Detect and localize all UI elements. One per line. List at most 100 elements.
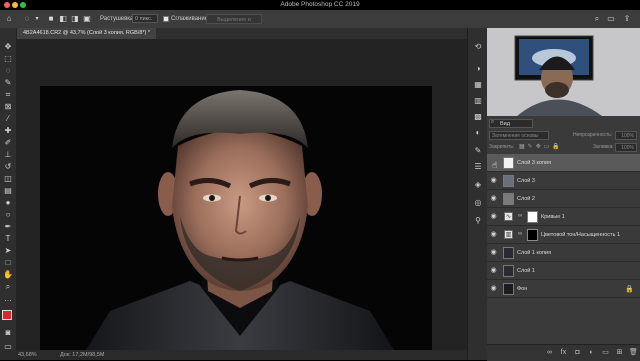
layer-name[interactable]: Слой 3 копия [517, 154, 551, 172]
zoom-level[interactable]: 43,68% [18, 350, 37, 360]
layer-name[interactable]: Слой 3 [517, 172, 535, 190]
hand-tool-icon[interactable]: ✋ [3, 270, 13, 280]
select-and-mask-button[interactable]: Выделение и маска... [206, 14, 262, 33]
curves-adjustment-icon[interactable]: ∿ [504, 212, 513, 221]
new-selection-icon[interactable]: ■ [46, 14, 56, 24]
blur-tool-icon[interactable]: ● [3, 198, 13, 208]
layer-row[interactable]: ☝ Слой 3 копия [487, 154, 640, 172]
rectangle-tool-icon[interactable]: □ [3, 258, 13, 268]
feather-label: Растушевка: [100, 16, 136, 22]
workspace-icon[interactable]: ▭ [606, 14, 616, 24]
chevron-down-icon[interactable]: ▾ [32, 14, 42, 24]
layer-name[interactable]: Кривые 1 [541, 208, 565, 226]
paths-panel-icon[interactable]: ⚲ [473, 216, 483, 226]
opacity-input[interactable]: 100% [615, 131, 637, 140]
layers-panel-icon[interactable]: ◈ [473, 180, 483, 190]
properties-panel-icon[interactable]: ☰ [473, 162, 483, 172]
layer-filter-select[interactable]: Вид [489, 119, 533, 128]
eraser-tool-icon[interactable]: ◫ [3, 174, 13, 184]
clone-stamp-tool-icon[interactable]: ⊥ [3, 150, 13, 160]
healing-brush-tool-icon[interactable]: ✚ [3, 126, 13, 136]
add-to-selection-icon[interactable]: ◧ [58, 14, 68, 24]
frame-tool-icon[interactable]: ⊠ [3, 102, 13, 112]
layer-mask-thumbnail[interactable] [527, 229, 538, 241]
eye-icon[interactable]: ◉ [490, 285, 497, 292]
swatches-panel-icon[interactable]: ▦ [473, 80, 483, 90]
quick-mask-icon[interactable]: ◙ [3, 328, 13, 338]
layer-thumbnail[interactable] [503, 175, 514, 187]
new-group-icon[interactable]: ▭ [601, 348, 610, 357]
eye-icon[interactable]: ◉ [490, 267, 497, 274]
eye-icon[interactable]: ◉ [490, 231, 497, 238]
layer-row[interactable]: ◉ ▥ ∞ Цветовой тон/Насыщенность 1 [487, 226, 640, 244]
eyedropper-tool-icon[interactable]: ⁄ [3, 114, 13, 124]
hue-saturation-adjustment-icon[interactable]: ▥ [504, 230, 513, 239]
history-brush-tool-icon[interactable]: ↺ [3, 162, 13, 172]
layer-row[interactable]: ◉ Слой 1 [487, 262, 640, 280]
document-tab[interactable]: 4B2A4618.CR2 @ 43,7% (Слой 3 копия, RGB/… [17, 28, 157, 39]
lock-label: Закрепить: [489, 144, 515, 150]
layer-row[interactable]: ◉ Слой 3 [487, 172, 640, 190]
layer-thumbnail[interactable] [503, 283, 514, 295]
quick-selection-tool-icon[interactable]: ✎ [3, 78, 13, 88]
share-icon[interactable]: ⇪ [622, 14, 632, 24]
brush-settings-icon[interactable]: ✎ [473, 146, 483, 156]
zoom-tool-icon[interactable]: ⌕ [3, 282, 13, 292]
foreground-color-swatch[interactable] [2, 310, 12, 320]
layer-thumbnail[interactable] [503, 265, 514, 277]
gradient-tool-icon[interactable]: ▤ [3, 186, 13, 196]
dodge-tool-icon[interactable]: ○ [3, 210, 13, 220]
patterns-panel-icon[interactable]: ▩ [473, 112, 483, 122]
lock-icon[interactable]: 🔒 [625, 285, 634, 293]
layer-mask-thumbnail[interactable] [527, 211, 538, 223]
trash-icon[interactable]: 🗑 [629, 348, 638, 357]
blend-mode-select[interactable]: Затемнение основы [489, 131, 549, 140]
adjustments-panel-icon[interactable]: ◐ [473, 128, 483, 138]
antialias-checkbox[interactable] [163, 16, 169, 22]
layer-thumbnail[interactable] [503, 247, 514, 259]
layer-style-icon[interactable]: fx [559, 348, 568, 357]
subtract-from-selection-icon[interactable]: ◨ [70, 14, 80, 24]
layer-name[interactable]: Слой 1 копия [517, 244, 551, 262]
search-icon[interactable]: ⌕ [592, 14, 602, 24]
crop-tool-icon[interactable]: ⌗ [3, 90, 13, 100]
move-tool-icon[interactable]: ✥ [3, 42, 13, 52]
layer-thumbnail[interactable] [503, 157, 514, 169]
document-canvas[interactable] [40, 86, 432, 360]
new-adjustment-icon[interactable]: ◐ [587, 348, 596, 357]
layer-row[interactable]: ◉ Фон 🔒 [487, 280, 640, 298]
marquee-tool-icon[interactable]: ⬚ [3, 54, 13, 64]
fill-input[interactable]: 100% [615, 143, 637, 152]
layer-thumbnail[interactable] [503, 193, 514, 205]
intersect-selection-icon[interactable]: ▣ [82, 14, 92, 24]
channels-panel-icon[interactable]: ◎ [473, 198, 483, 208]
layer-name[interactable]: Цветовой тон/Насыщенность 1 [541, 226, 620, 244]
brush-tool-icon[interactable]: ✐ [3, 138, 13, 148]
layer-row[interactable]: ◉ Слой 2 [487, 190, 640, 208]
eye-icon[interactable]: ◉ [490, 249, 497, 256]
color-panel-icon[interactable]: ◑ [473, 64, 483, 74]
gradient-panel-icon[interactable]: ▥ [473, 96, 483, 106]
lock-options-icon[interactable]: ▦✎✥▭🔒 [519, 143, 563, 150]
feather-input[interactable]: 0 пикс. [132, 14, 158, 23]
eye-icon[interactable]: ◉ [490, 213, 497, 220]
new-layer-icon[interactable]: ⊞ [615, 348, 624, 357]
layer-row[interactable]: ◉ ∿ ∞ Кривые 1 [487, 208, 640, 226]
eye-icon[interactable]: ◉ [490, 195, 497, 202]
path-selection-tool-icon[interactable]: ➤ [3, 246, 13, 256]
opacity-label: Непрозрачность: [573, 132, 613, 138]
layer-name[interactable]: Фон [517, 280, 527, 298]
lasso-tool-icon[interactable]: ◌ [3, 66, 13, 76]
layer-row[interactable]: ◉ Слой 1 копия [487, 244, 640, 262]
pen-tool-icon[interactable]: ✒ [3, 222, 13, 232]
layer-name[interactable]: Слой 1 [517, 262, 535, 280]
history-panel-icon[interactable]: ⟲ [473, 42, 483, 52]
layer-name[interactable]: Слой 2 [517, 190, 535, 208]
add-mask-icon[interactable]: ◘ [573, 348, 582, 357]
more-tools-icon[interactable]: … [3, 294, 13, 304]
eye-icon[interactable]: ◉ [490, 177, 497, 184]
lasso-tool-preset-icon[interactable]: ◌ [22, 14, 32, 24]
type-tool-icon[interactable]: T [3, 234, 13, 244]
link-layers-icon[interactable]: ∞ [545, 348, 554, 357]
home-icon[interactable]: ⌂ [4, 14, 14, 24]
